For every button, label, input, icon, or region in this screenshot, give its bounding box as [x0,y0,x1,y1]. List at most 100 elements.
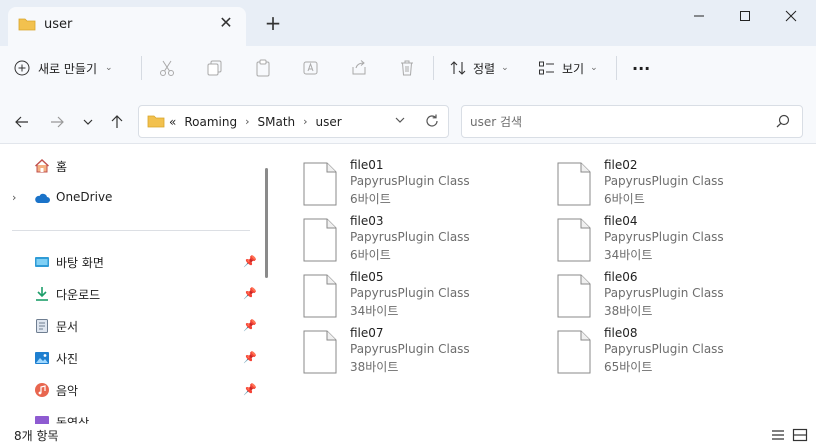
view-label: 보기 [562,61,585,76]
breadcrumb-separator[interactable]: › [303,115,307,129]
scrollbar-thumb[interactable] [265,168,268,278]
file-type: PapyrusPlugin Class [350,230,470,244]
home-icon [34,158,50,174]
file-name: file06 [604,270,638,284]
paste-icon[interactable] [253,58,273,78]
sort-button[interactable]: 정렬 ⌄ [449,58,509,78]
pin-icon[interactable]: 📌 [243,383,257,396]
nav-item-onedrive[interactable]: › OneDrive [0,184,260,212]
file-type: PapyrusPlugin Class [350,342,470,356]
nav-item-label: 바탕 화면 [56,256,104,270]
file-size: 34바이트 [350,304,399,318]
tab-user[interactable]: user ✕ [8,7,246,46]
status-bar: 8개 항목 [0,424,816,446]
toolbar-divider [616,56,617,80]
rename-icon[interactable] [301,58,321,78]
view-button[interactable]: 보기 ⌄ [538,58,598,78]
back-arrow-icon[interactable] [12,112,32,132]
file-size: 6바이트 [350,192,391,206]
file-item[interactable]: file08 PapyrusPlugin Class 65바이트 [526,326,766,378]
nav-item-downloads[interactable]: 다운로드 📌 [0,280,260,308]
file-icon [556,162,592,209]
share-icon[interactable] [349,58,369,78]
file-icon [556,218,592,265]
file-type: PapyrusPlugin Class [604,174,724,188]
trash-icon[interactable] [397,58,417,78]
close-window-icon[interactable] [768,0,814,32]
copy-icon[interactable] [205,58,225,78]
details-view-icon[interactable] [770,427,786,443]
more-options-button[interactable]: ··· [632,58,650,78]
file-size: 38바이트 [350,360,399,374]
address-row: « Roaming › SMath › user [0,90,816,144]
nav-item-videos[interactable]: 동영상 [0,408,260,424]
file-name: file04 [604,214,638,228]
view-icon [539,61,554,75]
recent-locations-chevron-icon[interactable] [78,112,98,132]
forward-arrow-icon[interactable] [47,112,67,132]
pin-icon[interactable]: 📌 [243,319,257,332]
new-button[interactable]: 새로 만들기 ⌄ [14,54,113,82]
music-icon [34,382,50,398]
breadcrumb-roaming[interactable]: Roaming [184,115,237,129]
file-name: file07 [350,326,384,340]
address-history-chevron-icon[interactable] [394,114,406,129]
file-size: 6바이트 [350,248,391,262]
breadcrumb-separator[interactable]: › [245,115,249,129]
file-size: 34바이트 [604,248,653,262]
file-name: file05 [350,270,384,284]
file-item[interactable]: file02 PapyrusPlugin Class 6바이트 [526,158,766,210]
file-type: PapyrusPlugin Class [604,342,724,356]
new-tab-button[interactable]: + [260,12,286,36]
up-arrow-icon[interactable] [107,112,127,132]
file-name: file08 [604,326,638,340]
file-icon [556,330,592,377]
file-item[interactable]: file03 PapyrusPlugin Class 6바이트 [272,214,512,266]
refresh-icon[interactable] [424,113,440,132]
minimize-icon[interactable] [676,0,722,32]
toolbar-divider [141,56,142,80]
pin-icon[interactable]: 📌 [243,287,257,300]
cut-icon[interactable] [157,58,177,78]
tiles-view-icon[interactable] [792,427,808,443]
file-type: PapyrusPlugin Class [604,230,724,244]
file-item[interactable]: file01 PapyrusPlugin Class 6바이트 [272,158,512,210]
pin-icon[interactable]: 📌 [243,351,257,364]
breadcrumb-smath[interactable]: SMath [258,115,296,129]
document-icon [34,318,50,334]
nav-item-home[interactable]: 홈 [0,152,260,180]
nav-divider [12,230,250,231]
folder-icon [147,114,165,131]
nav-item-music[interactable]: 음악 📌 [0,376,260,404]
file-item[interactable]: file07 PapyrusPlugin Class 38바이트 [272,326,512,378]
close-tab-icon[interactable]: ✕ [216,13,236,33]
toolbar-divider [433,56,434,80]
nav-item-pictures[interactable]: 사진 📌 [0,344,260,372]
address-bar[interactable]: « Roaming › SMath › user [138,105,449,138]
file-name: file03 [350,214,384,228]
file-type: PapyrusPlugin Class [350,286,470,300]
breadcrumb-overflow[interactable]: « [169,115,176,129]
nav-scrollbar[interactable] [262,150,270,422]
file-item[interactable]: file06 PapyrusPlugin Class 38바이트 [526,270,766,322]
file-item[interactable]: file05 PapyrusPlugin Class 34바이트 [272,270,512,322]
file-size: 65바이트 [604,360,653,374]
plus-circle-icon [14,60,30,76]
nav-item-label: 사진 [56,352,79,366]
file-name: file02 [604,158,638,172]
file-item[interactable]: file04 PapyrusPlugin Class 34바이트 [526,214,766,266]
search-icon[interactable] [776,114,790,131]
search-box[interactable] [461,105,803,138]
file-icon [302,274,338,321]
chevron-down-icon: ⌄ [590,63,598,73]
pin-icon[interactable]: 📌 [243,255,257,268]
chevron-right-icon[interactable]: › [12,191,16,204]
search-input[interactable] [470,113,760,131]
sort-label: 정렬 [473,61,496,76]
breadcrumb-user[interactable]: user [316,115,342,129]
nav-item-documents[interactable]: 문서 📌 [0,312,260,340]
maximize-icon[interactable] [722,0,768,32]
nav-item-desktop[interactable]: 바탕 화면 📌 [0,248,260,276]
file-icon [302,162,338,209]
nav-item-label: 홈 [56,160,68,174]
